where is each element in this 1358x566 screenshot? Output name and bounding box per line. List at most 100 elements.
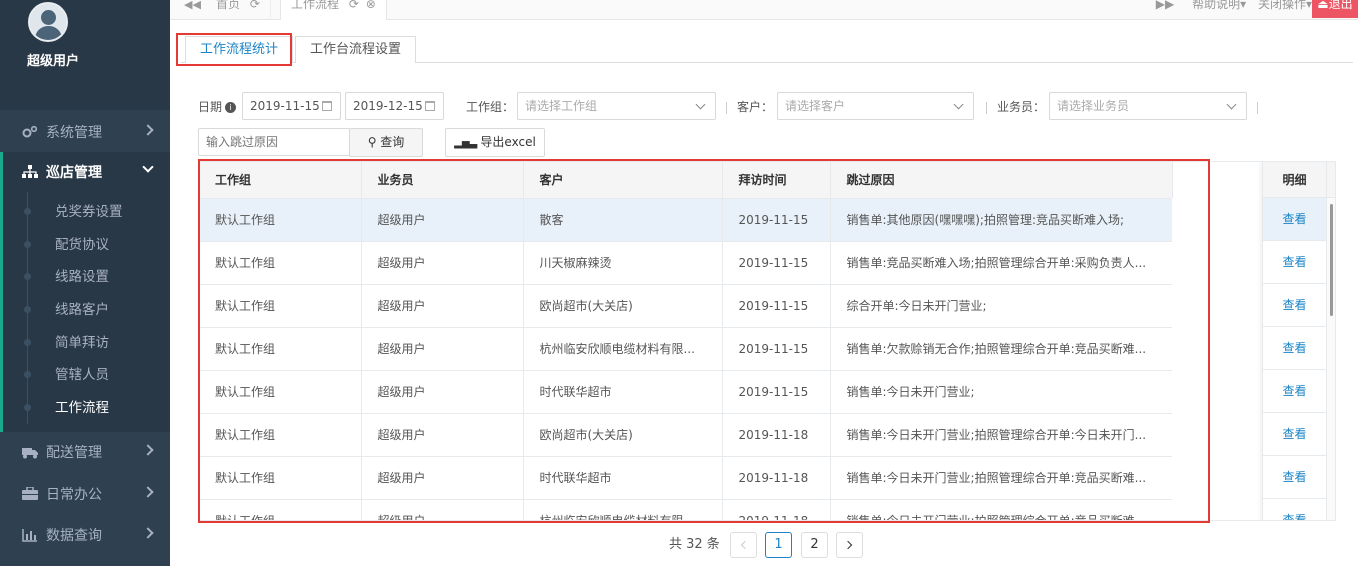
scrollbar-thumb[interactable] — [1330, 204, 1333, 316]
submenu-dot — [24, 371, 31, 378]
search-icon: ⚲ — [367, 135, 381, 149]
profile-panel: 超级用户 — [0, 0, 170, 110]
salesman-placeholder: 请选择业务员 — [1057, 99, 1130, 113]
tab-workbench-workflow-settings[interactable]: 工作台流程设置 — [295, 36, 417, 63]
customer-select[interactable]: 请选择客户 — [777, 92, 974, 120]
submenu-item-distribution-agreement[interactable]: 配货协议 — [55, 229, 109, 261]
query-button-label: 查询 — [380, 135, 405, 149]
truck-icon — [22, 445, 38, 459]
scroll-tabs-right-icon[interactable]: ▶▶ — [1156, 0, 1174, 11]
column-header-detail: 明细 — [1263, 162, 1326, 198]
briefcase-icon — [22, 486, 38, 501]
tab-workflow[interactable]: 工作流程 ⟳ ⊗ — [280, 0, 387, 20]
bar-chart-icon: ▂▅▃ — [454, 138, 481, 149]
date-start-value: 2019-11-15 — [250, 99, 320, 113]
nav-data-query[interactable]: 数据查询 — [0, 515, 170, 555]
workgroup-select[interactable]: 请选择工作组 — [517, 92, 716, 120]
salesman-label: 业务员： — [997, 100, 1046, 114]
date-filter-label: 日期 i — [198, 93, 237, 121]
highlight-box — [198, 159, 1210, 523]
submenu-dot — [24, 208, 31, 215]
nav-store-inspection[interactable]: 巡店管理 — [0, 152, 170, 192]
salesman-select[interactable]: 请选择业务员 — [1049, 92, 1247, 120]
nav-system-management[interactable]: 系统管理 — [0, 112, 170, 152]
divider — [986, 102, 987, 114]
bar-chart-icon — [22, 528, 38, 542]
chevron-down-icon: ▾ — [1240, 0, 1247, 11]
submenu-dot — [24, 241, 31, 248]
export-button-label: 导出excel — [480, 135, 536, 149]
date-end-value: 2019-12-15 — [353, 99, 423, 113]
scroll-tabs-left-icon[interactable]: ◀◀ — [184, 0, 201, 12]
view-detail-link[interactable]: 查看 — [1263, 241, 1326, 284]
submenu-item-managed-staff[interactable]: 管辖人员 — [55, 359, 109, 391]
profile-name[interactable]: 超级用户 — [0, 50, 106, 69]
tab-home-label: 首页 — [216, 0, 241, 11]
info-icon[interactable]: i — [225, 102, 237, 113]
view-detail-link[interactable]: 查看 — [1263, 456, 1326, 499]
page-button-2[interactable]: 2 — [801, 532, 828, 558]
view-detail-link[interactable]: 查看 — [1263, 413, 1326, 456]
nav-daily-office[interactable]: 日常办公 — [0, 474, 170, 514]
submenu-item-coupon-settings[interactable]: 兑奖券设置 — [55, 196, 123, 228]
calendar-icon — [322, 101, 332, 111]
date-start-input[interactable]: 2019-11-15 — [242, 92, 341, 120]
chevron-right-icon — [843, 540, 853, 550]
submenu-dot — [24, 306, 31, 313]
refresh-icon[interactable]: ⟳ — [250, 0, 260, 11]
detail-column: 明细 查看 查看 查看 查看 查看 查看 查看 查看 — [1262, 162, 1326, 520]
top-tab-bar: ◀◀ 首页 ⟳ 工作流程 ⟳ ⊗ ▶▶ 帮助说明▾ 关闭操作▾ ⏏退出 — [170, 0, 1358, 20]
date-label-text: 日期 — [198, 100, 223, 114]
query-button[interactable]: ⚲ 查询 — [349, 128, 423, 157]
skip-reason-input[interactable] — [198, 128, 350, 156]
page-button-1[interactable]: 1 — [765, 532, 792, 558]
sidebar: 超级用户 系统管理 巡店管理 兑奖券设置 配货协议 线路设置 线路客户 简单拜访… — [0, 0, 170, 566]
calendar-icon — [425, 101, 435, 111]
sitemap-icon — [22, 165, 38, 179]
prev-page-button[interactable] — [730, 532, 757, 558]
submenu-item-route-settings[interactable]: 线路设置 — [55, 261, 109, 293]
help-menu[interactable]: 帮助说明 — [1192, 0, 1240, 11]
nav-delivery-management[interactable]: 配送管理 — [0, 432, 170, 472]
pagination-total: 共 32 条 — [669, 537, 720, 552]
submenu-item-simple-visit[interactable]: 简单拜访 — [55, 327, 109, 359]
divider — [1257, 102, 1258, 114]
chevron-down-icon — [1226, 99, 1237, 110]
avatar[interactable] — [28, 2, 68, 42]
logout-button[interactable]: ⏏退出 — [1312, 0, 1358, 18]
close-icon[interactable]: ⊗ — [366, 0, 376, 11]
chevron-down-icon — [695, 99, 706, 110]
avatar-body — [35, 26, 62, 40]
workgroup-label: 工作组： — [466, 100, 515, 114]
submenu-item-route-customers[interactable]: 线路客户 — [55, 294, 109, 326]
submenu-item-workflow[interactable]: 工作流程 — [55, 392, 109, 424]
logout-label: 退出 — [1328, 0, 1353, 11]
submenu-dot — [24, 273, 31, 280]
view-detail-link[interactable]: 查看 — [1263, 370, 1326, 413]
view-detail-link[interactable]: 查看 — [1263, 284, 1326, 327]
submenu-dot — [24, 404, 31, 411]
date-end-input[interactable]: 2019-12-15 — [345, 92, 444, 120]
chevron-down-icon — [953, 99, 964, 110]
submenu-dot — [24, 339, 31, 346]
view-detail-link[interactable]: 查看 — [1263, 499, 1326, 520]
next-page-button[interactable] — [836, 532, 863, 558]
view-detail-link[interactable]: 查看 — [1263, 198, 1326, 241]
chevron-left-icon — [740, 540, 750, 550]
customer-placeholder: 请选择客户 — [785, 99, 846, 113]
table-vertical-scrollbar[interactable] — [1326, 162, 1335, 520]
logout-icon: ⏏ — [1317, 0, 1329, 11]
tab-home[interactable]: 首页 ⟳ — [206, 0, 271, 20]
divider — [726, 102, 727, 114]
refresh-icon[interactable]: ⟳ — [349, 0, 359, 11]
export-excel-button[interactable]: ▂▅▃ 导出excel — [445, 128, 545, 157]
workgroup-placeholder: 请选择工作组 — [525, 99, 598, 113]
close-ops-menu[interactable]: 关闭操作 — [1258, 0, 1306, 11]
tab-workflow-label: 工作流程 — [291, 0, 340, 11]
topbar-right-actions: ▶▶ 帮助说明▾ 关闭操作▾ — [1156, 0, 1312, 14]
store-inspection-submenu: 兑奖券设置 配货协议 线路设置 线路客户 简单拜访 管辖人员 工作流程 — [0, 192, 170, 432]
customer-label: 客户： — [737, 100, 774, 114]
scrollbar-header — [1327, 162, 1335, 198]
view-detail-link[interactable]: 查看 — [1263, 327, 1326, 370]
highlight-box — [176, 33, 292, 66]
